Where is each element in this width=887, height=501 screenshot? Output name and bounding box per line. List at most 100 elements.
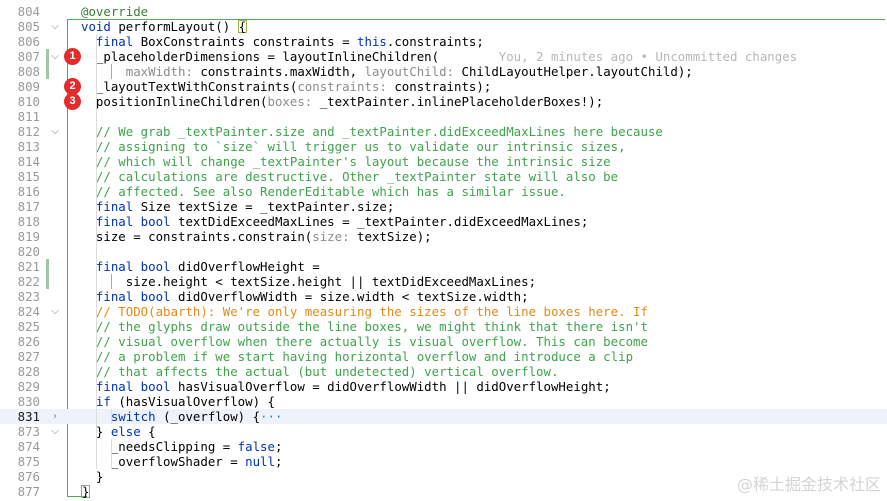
fold-collapse-icon[interactable]: ⌵ [50,424,60,439]
code-token: performLayout() [118,19,238,34]
code-token: textDidExceedMaxLines = _textPainter.did… [177,214,589,229]
fold-collapse-icon[interactable]: ⌵ [50,124,60,139]
indent-guide [111,439,112,469]
code-text: // We grab _textPainter.size and _textPa… [81,124,663,139]
code-line[interactable]: 875 _overflowShader = null; [0,454,887,469]
fold-collapse-icon[interactable]: ⌵ [50,19,60,34]
code-line[interactable]: 815 // calculations are destructive. Oth… [0,169,887,184]
code-text: // TODO(abarth): We're only measuring th… [81,304,648,319]
code-text: // calculations are destructive. Other _… [81,169,618,184]
code-text: final bool didOverflowWidth = size.width… [81,289,529,304]
code-text: // that affects the actual (but undetect… [81,364,559,379]
code-token: null [245,454,275,469]
fold-collapse-icon[interactable]: ⌵ [50,304,60,319]
code-token: { [237,19,248,34]
code-line[interactable]: 823 final bool didOverflowWidth = size.w… [0,289,887,304]
code-line[interactable]: 829 final bool hasVisualOverflow = didOv… [0,379,887,394]
code-token: boxes: [267,94,320,109]
code-token: void [81,19,119,34]
marker-badge-3: 3 [64,93,81,110]
code-editor[interactable]: 804 @override 805 void performLayout() {806… [0,0,887,501]
code-line[interactable]: 805 void performLayout() { [0,19,887,34]
code-token: final bool [95,379,178,394]
code-token: ChildLayoutHelper.layoutChild); [461,64,693,79]
code-line[interactable]: 874 _needsClipping = false; [0,439,887,454]
code-line[interactable]: 827 // a problem if we start having hori… [0,349,887,364]
code-line[interactable]: 826 // visual overflow when there actual… [0,334,887,349]
indent-guide [111,274,112,289]
code-line[interactable]: 825 // the glyphs draw outside the line … [0,319,887,334]
folded-region-icon[interactable]: ··· [260,409,282,424]
code-line[interactable]: 816 // affected. See also RenderEditable… [0,184,887,199]
code-line[interactable]: 813 // assigning to `size` will trigger … [0,139,887,154]
line-number: 828 [17,364,40,379]
indent-guide [111,409,112,424]
code-line[interactable]: 821 final bool didOverflowHeight = [0,259,887,274]
line-number: 876 [17,469,40,484]
code-token: didOverflowHeight = [177,259,320,274]
code-line[interactable]: 809 _layoutTextWithConstraints(constrain… [0,79,887,94]
fold-expand-icon[interactable]: › [50,409,60,424]
change-marker[interactable] [46,49,49,64]
code-line[interactable]: 831 switch (_overflow) {··· [0,409,887,424]
code-token: (_overflow) { [163,409,261,424]
code-line[interactable]: 818 final bool textDidExceedMaxLines = _… [0,214,887,229]
code-token: ; [274,439,283,454]
code-text: positionInlineChildren(boxes: _textPaint… [81,94,603,109]
code-line[interactable]: 806 final BoxConstraints constraints = t… [0,34,887,49]
line-number: 874 [17,439,40,454]
code-line[interactable]: 819 size = constraints.constrain(size: t… [0,229,887,244]
code-text: @override [81,4,148,19]
marker-badge-1: 1 [64,48,81,65]
code-token: final [95,34,141,49]
line-number: 804 [17,4,40,19]
change-marker[interactable] [46,259,49,274]
change-marker[interactable] [46,274,49,289]
line-number: 873 [17,424,40,439]
code-token: positionInlineChildren( [81,94,268,109]
code-line[interactable]: 811 [0,109,887,124]
code-line[interactable]: 807 _placeholderDimensions = layoutInlin… [0,49,887,64]
watermark: @稀土掘金技术社区 [736,475,881,494]
code-token: } [81,469,104,484]
code-line[interactable]: 873 } else { [0,424,887,439]
code-line[interactable]: 808 maxWidth: constraints.maxWidth, layo… [0,64,887,79]
code-line[interactable]: 814 // which will change _textPainter's … [0,154,887,169]
code-text: } [81,484,91,499]
code-line[interactable]: 830 if (hasVisualOverflow) { [0,394,887,409]
code-line[interactable]: 820 [0,244,887,259]
line-number: 821 [17,259,40,274]
line-number: 818 [17,214,40,229]
code-text: _placeholderDimensions = layoutInlineChi… [81,49,797,64]
line-number: 817 [17,199,40,214]
code-token: final bool [95,259,178,274]
code-line[interactable]: 812 // We grab _textPainter.size and _te… [0,124,887,139]
change-marker[interactable] [46,64,49,79]
code-text: maxWidth: constraints.maxWidth, layoutCh… [81,64,693,79]
line-number: 827 [17,349,40,364]
code-text: _layoutTextWithConstraints(constraints: … [81,79,491,94]
code-token: @override [81,4,149,19]
code-text: final Size textSize = _textPainter.size; [81,199,394,214]
code-line[interactable]: 824 // TODO(abarth): We're only measurin… [0,304,887,319]
code-text: // affected. See also RenderEditable whi… [81,184,566,199]
line-number: 877 [17,484,40,499]
code-line[interactable]: 817 final Size textSize = _textPainter.s… [0,199,887,214]
code-token: Size textSize = _textPainter.size; [140,199,395,214]
indent-guide [96,34,97,469]
code-text: size = constraints.constrain(size: textS… [81,229,432,244]
code-token: _layoutTextWithConstraints( [81,79,298,94]
code-line[interactable]: 810 positionInlineChildren(boxes: _textP… [0,94,887,109]
fold-collapse-icon[interactable]: ⌵ [50,49,60,64]
line-number: 822 [17,274,40,289]
code-token: // a problem if we start having horizont… [81,349,634,364]
code-token: switch [110,409,164,424]
code-line[interactable]: 804 @override [0,4,887,19]
code-line[interactable]: 828 // that affects the actual (but unde… [0,364,887,379]
code-token: final bool [95,214,178,229]
code-line[interactable]: 822 size.height < textSize.height || tex… [0,274,887,289]
code-text: final BoxConstraints constraints = this.… [81,34,484,49]
